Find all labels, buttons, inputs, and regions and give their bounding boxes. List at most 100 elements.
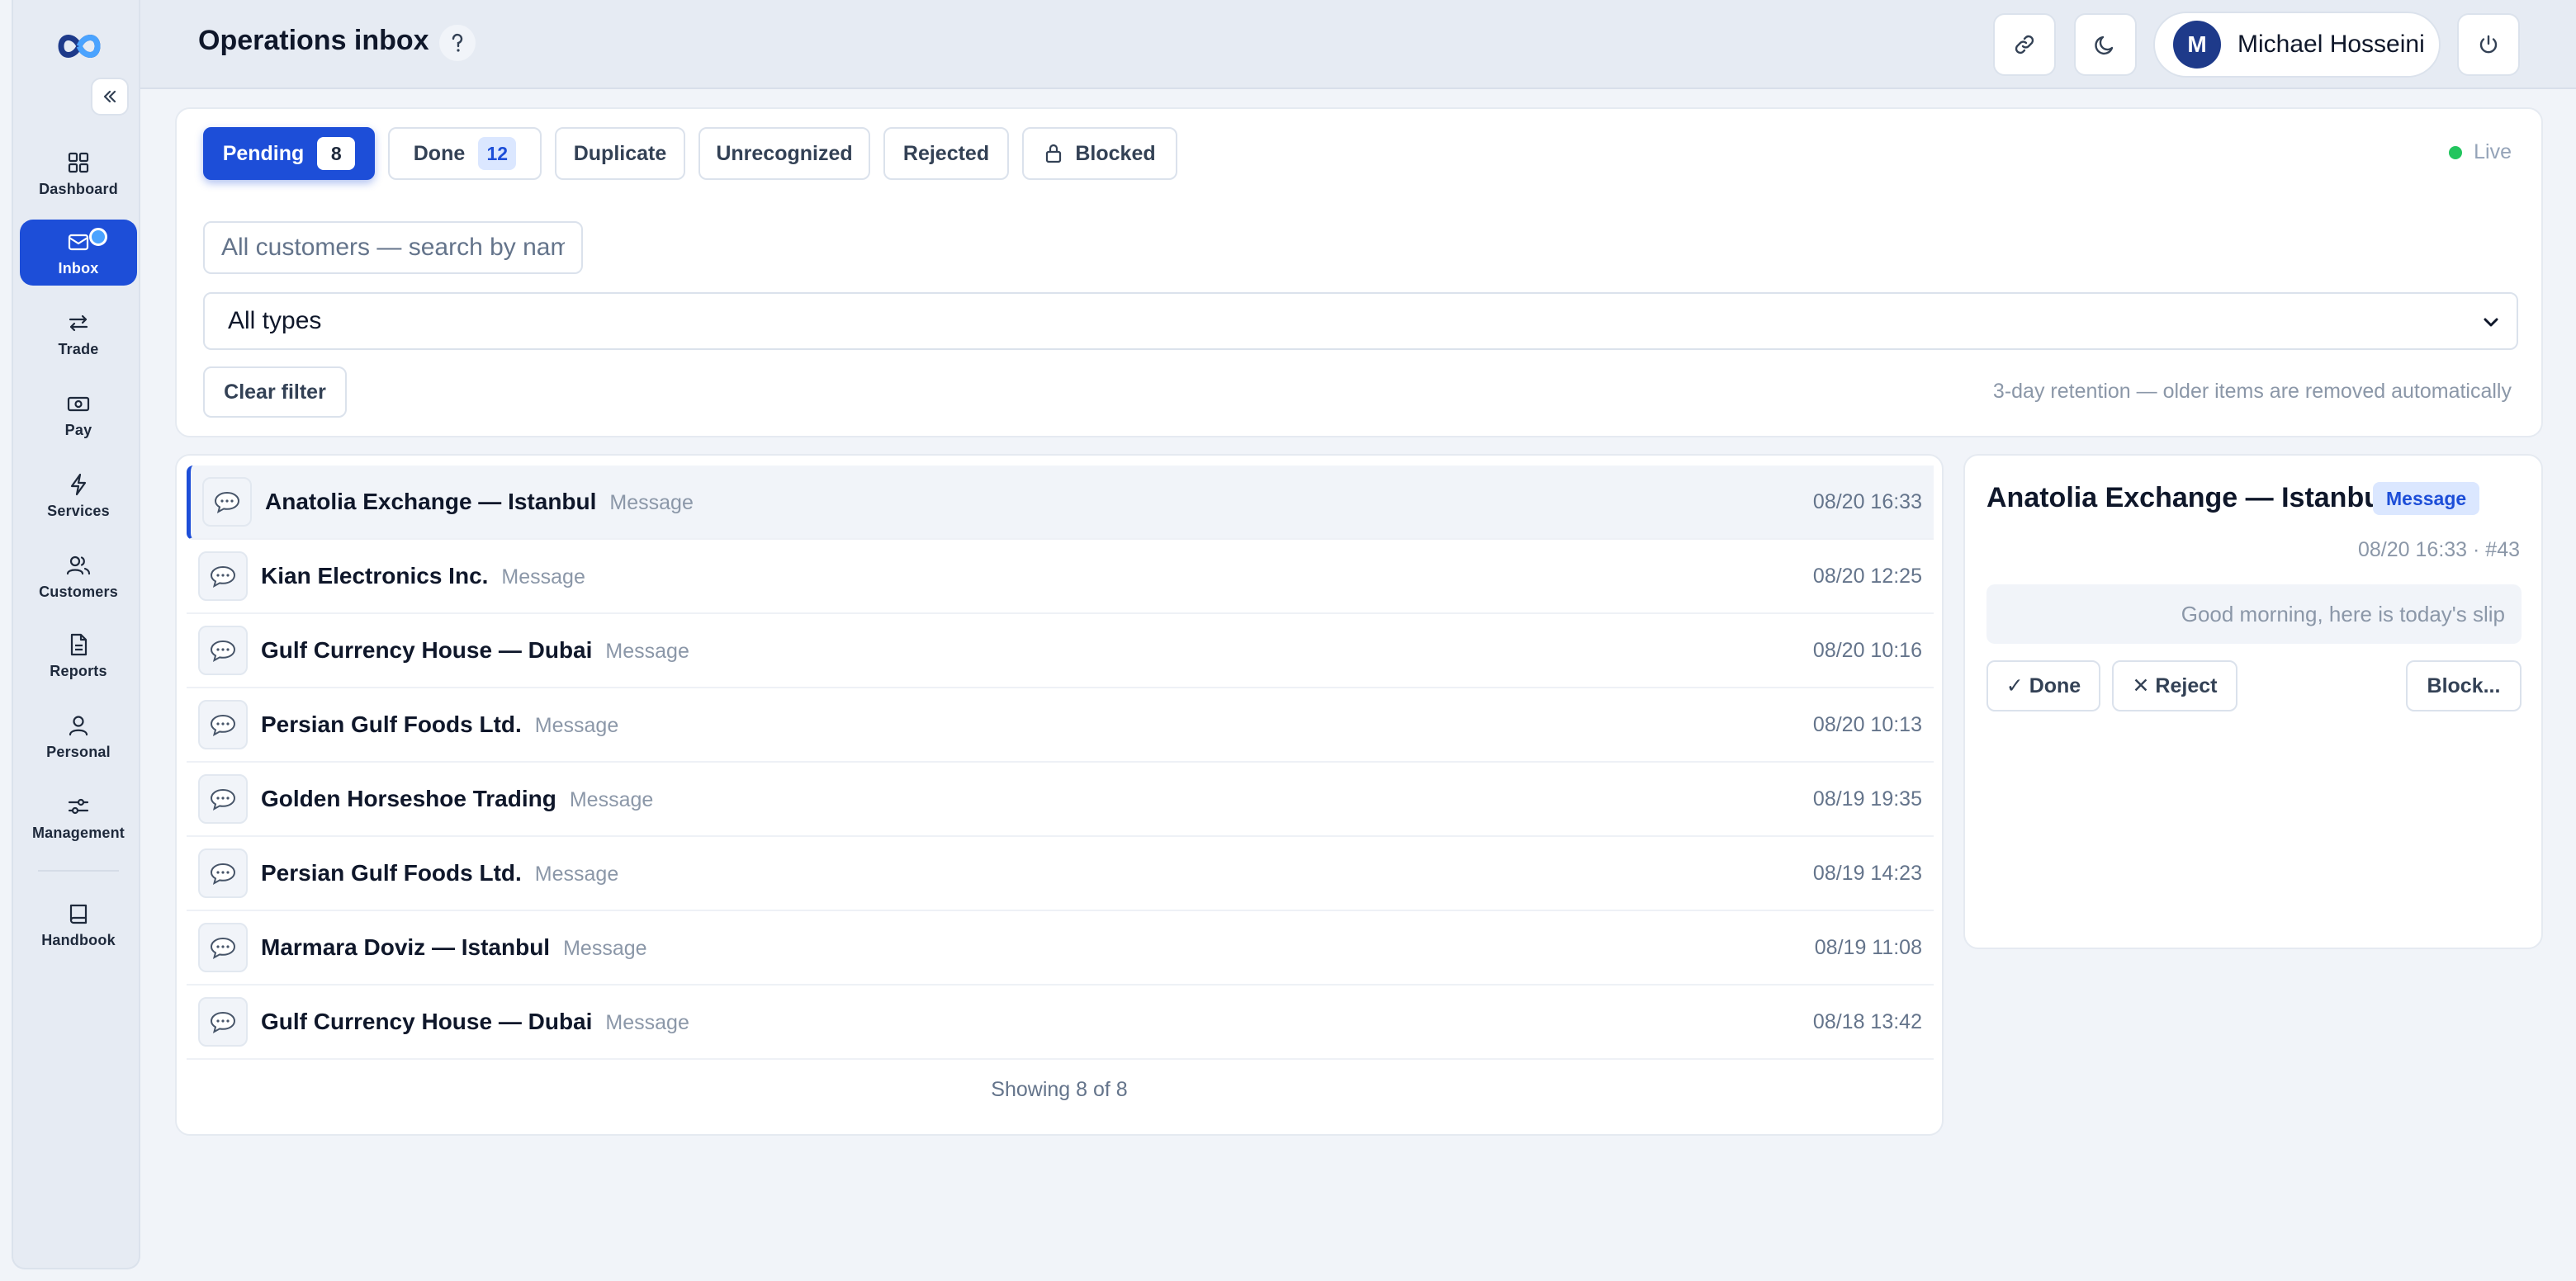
tab-label: Done <box>413 141 466 165</box>
type-select[interactable]: All types <box>203 292 2518 350</box>
user-icon <box>69 715 88 735</box>
tab-blocked[interactable]: Blocked <box>1022 127 1177 180</box>
sidebar-item-personal[interactable]: Personal <box>20 703 137 769</box>
list-item[interactable]: Anatolia Exchange — Istanbul Message 08/20… <box>187 466 1934 540</box>
lock-icon <box>1046 144 1062 163</box>
dark-mode-toggle[interactable] <box>2074 13 2137 76</box>
list-item[interactable]: Persian Gulf Foods Ltd. Message 08/19 14:2… <box>187 837 1934 911</box>
item-type-label: Message <box>605 640 689 663</box>
timestamp: 08/20 12:25 <box>1812 564 1922 588</box>
customer-name-text: Marmara Doviz — Istanbul <box>261 934 551 960</box>
item-type-label: Message <box>534 714 619 737</box>
customer-name-text: Golden Horseshoe Trading <box>261 786 556 811</box>
timestamp: 08/20 10:13 <box>1812 712 1922 736</box>
customer-name-text: Kian Electronics Inc. <box>261 563 489 589</box>
clear-filter-button[interactable]: Clear filter <box>203 366 347 418</box>
swap-icon <box>69 314 88 331</box>
item-type-label: Message <box>569 788 654 811</box>
sidebar-item-label: Inbox <box>58 259 99 277</box>
sliders-icon <box>68 798 89 814</box>
tab-duplicate[interactable]: Duplicate <box>555 127 685 180</box>
customer-name-text: Gulf Currency House — Dubai <box>261 1009 593 1034</box>
sidebar-item-label: Pay <box>64 421 92 438</box>
list-item[interactable]: Gulf Currency House — Dubai Message 08/18 … <box>187 986 1934 1060</box>
tab-done[interactable]: Done 12 <box>388 127 542 180</box>
filter-panel: Pending 8 Done 12 Duplicate Unrecognized… <box>175 107 2543 437</box>
user-name: Michael Hosseini <box>2237 31 2425 58</box>
book-icon <box>69 904 88 924</box>
sidebar-item-label: Customers <box>39 583 118 600</box>
bolt-icon <box>70 473 87 495</box>
customer-name-text: Persian Gulf Foods Ltd. <box>261 860 522 886</box>
sidebar-item-reports[interactable]: Reports <box>20 622 137 688</box>
list-item[interactable]: Gulf Currency House — Dubai Message 08/20 … <box>187 614 1934 688</box>
tab-label: Unrecognized <box>716 141 853 165</box>
sidebar-item-label: Personal <box>46 743 111 760</box>
sidebar-item-management[interactable]: Management <box>20 784 137 850</box>
customer-name-text: Anatolia Exchange — Istanbul <box>265 489 597 514</box>
customer-name: Gulf Currency House — Dubai Message <box>261 637 689 664</box>
sidebar-item-label: Dashboard <box>39 180 118 197</box>
done-button[interactable]: ✓ Done <box>1986 660 2100 711</box>
reject-button[interactable]: ✕ Reject <box>2112 660 2237 711</box>
live-dot <box>2449 145 2463 159</box>
detail-panel: Anatolia Exchange — Istanbul Message 08/… <box>1963 454 2543 949</box>
inbox-icon <box>68 234 89 250</box>
list-item[interactable]: Kian Electronics Inc. Message 08/20 12:25 <box>187 540 1934 614</box>
infinity-logo-icon[interactable] <box>45 25 114 68</box>
sidebar-item-services[interactable]: Services <box>20 462 137 528</box>
sidebar-item-label: Trade <box>58 340 99 357</box>
chat-bubble-icon <box>198 551 248 601</box>
tab-pending[interactable]: Pending 8 <box>203 127 375 180</box>
customer-name: Kian Electronics Inc. Message <box>261 563 585 589</box>
tab-label: Pending <box>222 141 305 165</box>
money-icon <box>67 396 90 411</box>
inbox-list: Anatolia Exchange — Istanbul Message 08/20… <box>175 454 1944 1136</box>
avatar: M <box>2173 21 2221 69</box>
sidebar: Dashboard Inbox Trade Pay Services Custo… <box>12 0 140 1269</box>
tab-rejected[interactable]: Rejected <box>883 127 1009 180</box>
sidebar-item-trade[interactable]: Trade <box>20 300 137 366</box>
customer-name-text: Persian Gulf Foods Ltd. <box>261 711 522 737</box>
item-type-label: Message <box>605 1011 689 1034</box>
chat-bubble-icon <box>198 774 248 824</box>
logout-button[interactable] <box>2457 13 2520 76</box>
tab-unrecognized[interactable]: Unrecognized <box>698 127 870 180</box>
timestamp: 08/18 13:42 <box>1812 1009 1922 1033</box>
sidebar-item-label: Management <box>31 824 125 841</box>
customer-name: Anatolia Exchange — Istanbul Message <box>265 489 694 515</box>
sidebar-item-inbox[interactable]: Inbox <box>20 220 137 286</box>
users-icon <box>66 555 91 574</box>
sidebar-item-dashboard[interactable]: Dashboard <box>20 140 137 206</box>
unread-indicator <box>89 228 107 246</box>
detail-title: Anatolia Exchange — Istanbul <box>1986 482 2389 513</box>
retention-note: 3-day retention — older items are remove… <box>1992 380 2512 403</box>
timestamp: 08/20 16:33 <box>1812 489 1922 513</box>
help-icon[interactable] <box>439 25 476 61</box>
chat-bubble-icon <box>198 700 248 749</box>
list-item[interactable]: Persian Gulf Foods Ltd. Message 08/20 10:1… <box>187 688 1934 763</box>
list-item[interactable]: Marmara Doviz — Istanbul Message 08/19 11:… <box>187 911 1934 986</box>
chevron-down-icon <box>2484 318 2498 327</box>
tab-count-badge: 12 <box>478 137 517 170</box>
block-button[interactable]: Block... <box>2406 660 2522 711</box>
customer-name: Persian Gulf Foods Ltd. Message <box>261 711 618 738</box>
customer-name: Golden Horseshoe Trading Message <box>261 786 653 812</box>
timestamp: 08/19 14:23 <box>1812 861 1922 885</box>
customer-search-input[interactable] <box>203 221 583 274</box>
item-type-label: Message <box>563 937 647 960</box>
detail-type-badge: Message <box>2373 482 2480 515</box>
list-item[interactable]: Golden Horseshoe Trading Message 08/19 19:… <box>187 763 1934 837</box>
tab-label: Rejected <box>902 141 990 165</box>
timestamp: 08/19 11:08 <box>1814 935 1922 959</box>
copy-link-button[interactable] <box>1993 13 2056 76</box>
sidebar-item-handbook[interactable]: Handbook <box>20 891 137 957</box>
chat-bubble-icon <box>198 923 248 972</box>
sidebar-item-pay[interactable]: Pay <box>20 381 137 447</box>
detail-meta: 08/20 16:33 · #43 <box>2358 538 2520 561</box>
live-indicator: Live <box>2449 140 2512 164</box>
user-menu-button[interactable]: M Michael Hosseini <box>2153 12 2441 78</box>
sidebar-item-customers[interactable]: Customers <box>20 543 137 609</box>
item-type-label: Message <box>501 565 585 589</box>
collapse-sidebar-button[interactable] <box>91 78 129 116</box>
